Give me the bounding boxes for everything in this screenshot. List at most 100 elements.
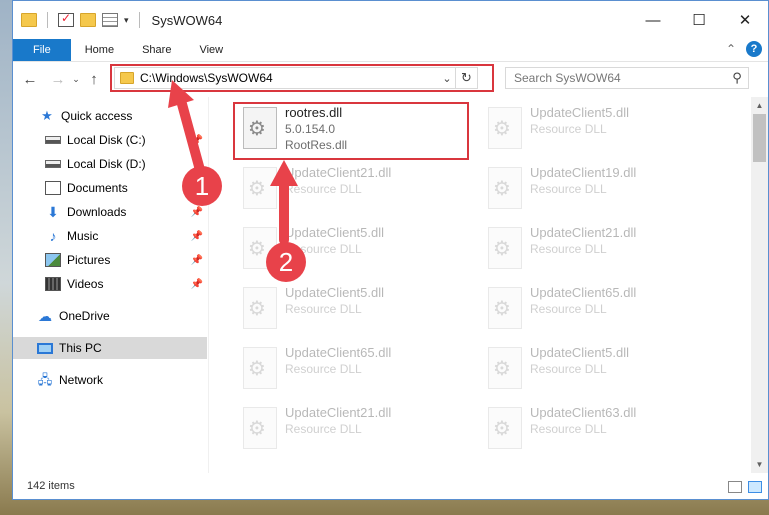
- search-icon[interactable]: ⚲: [726, 70, 748, 86]
- file-item[interactable]: UpdateClient5.dll Resource DLL: [235, 221, 475, 279]
- maximize-button[interactable]: ☐: [676, 1, 722, 39]
- file-item[interactable]: UpdateClient19.dll Resource DLL: [480, 161, 720, 219]
- tab-view[interactable]: View: [185, 39, 237, 61]
- dll-file-icon: [243, 347, 277, 389]
- file-item[interactable]: UpdateClient5.dll Resource DLL: [480, 101, 720, 159]
- new-folder-icon[interactable]: [80, 13, 96, 27]
- file-item[interactable]: UpdateClient5.dll Resource DLL: [480, 341, 720, 399]
- dll-file-icon: [488, 227, 522, 269]
- refresh-icon[interactable]: ↻: [455, 67, 477, 89]
- dll-file-icon: [488, 167, 522, 209]
- sidebar-item-label: Pictures: [67, 253, 111, 267]
- view-switcher: [728, 481, 762, 493]
- toolbar-separator: [47, 12, 48, 28]
- sidebar-item-local-disk-c[interactable]: Local Disk (C:) 📌: [13, 129, 207, 151]
- file-name: UpdateClient21.dll: [285, 405, 392, 420]
- expand-ribbon-icon[interactable]: ⌃: [726, 42, 736, 56]
- sidebar-item-pictures[interactable]: Pictures 📌: [13, 249, 207, 271]
- tab-home[interactable]: Home: [71, 39, 128, 61]
- sidebar-item-label: OneDrive: [59, 309, 110, 323]
- pin-icon[interactable]: 📌: [191, 279, 203, 290]
- dll-file-icon: [243, 287, 277, 329]
- file-item[interactable]: UpdateClient21.dll Resource DLL: [480, 221, 720, 279]
- back-button[interactable]: ←: [19, 71, 41, 88]
- scroll-up-icon[interactable]: ▲: [751, 97, 768, 114]
- window-title: SysWOW64: [151, 12, 223, 28]
- file-name: UpdateClient65.dll: [530, 285, 637, 300]
- tab-share[interactable]: Share: [128, 39, 185, 61]
- status-bar: 142 items: [13, 473, 768, 499]
- file-item[interactable]: UpdateClient5.dll Resource DLL: [235, 281, 475, 339]
- sidebar-item-quick-access[interactable]: ★ Quick access: [13, 105, 207, 127]
- ribbon-right-controls: ⌃ ?: [726, 41, 762, 57]
- computer-icon: [37, 342, 53, 354]
- file-type: Resource DLL: [285, 302, 362, 316]
- customize-toolbar-icon[interactable]: ▾: [124, 15, 129, 26]
- file-item[interactable]: UpdateClient65.dll Resource DLL: [480, 281, 720, 339]
- cloud-icon: ☁: [38, 308, 52, 324]
- address-bar[interactable]: C:\Windows\SysWOW64 ⌄ ↻: [114, 67, 478, 89]
- recent-locations-icon[interactable]: ⌄: [69, 74, 83, 85]
- close-button[interactable]: ✕: [722, 1, 768, 39]
- forward-button[interactable]: →: [47, 71, 69, 88]
- file-type: Resource DLL: [285, 182, 362, 196]
- pin-icon[interactable]: 📌: [191, 183, 203, 194]
- sidebar-item-label: Quick access: [61, 109, 133, 123]
- documents-icon: [45, 181, 61, 195]
- dll-file-icon: [488, 347, 522, 389]
- view-options-icon[interactable]: [102, 13, 118, 27]
- sidebar-item-label: Videos: [67, 277, 104, 291]
- pin-icon[interactable]: 📌: [191, 255, 203, 266]
- tiles-view-icon[interactable]: [748, 481, 762, 493]
- tab-file[interactable]: File: [13, 39, 71, 61]
- sidebar-item-local-disk-d[interactable]: Local Disk (D:): [13, 153, 207, 175]
- sidebar-item-documents[interactable]: Documents 📌: [13, 177, 207, 199]
- sidebar-item-network[interactable]: 🖧 Network: [13, 369, 207, 391]
- sidebar-item-label: Local Disk (D:): [67, 157, 146, 171]
- pin-icon[interactable]: 📌: [191, 207, 203, 218]
- network-icon: 🖧: [37, 372, 53, 387]
- address-path[interactable]: C:\Windows\SysWOW64: [140, 71, 439, 85]
- sidebar-item-music[interactable]: ♪ Music 📌: [13, 225, 207, 247]
- file-item[interactable]: UpdateClient63.dll Resource DLL: [480, 401, 720, 459]
- sidebar-item-label: Documents: [67, 181, 128, 195]
- file-name: UpdateClient65.dll: [285, 345, 392, 360]
- quick-access-toolbar: ▾ SysWOW64: [13, 11, 223, 28]
- title-bar: ▾ SysWOW64 — ☐ ✕: [13, 1, 768, 39]
- download-icon: ⬇: [47, 204, 59, 220]
- minimize-button[interactable]: —: [630, 1, 676, 39]
- sidebar-item-onedrive[interactable]: ☁ OneDrive: [13, 305, 207, 327]
- file-type: Resource DLL: [530, 302, 607, 316]
- pin-icon[interactable]: 📌: [191, 135, 203, 146]
- file-item[interactable]: UpdateClient21.dll Resource DLL: [235, 161, 475, 219]
- sidebar-item-label: Downloads: [67, 205, 127, 219]
- file-item[interactable]: UpdateClient65.dll Resource DLL: [235, 341, 475, 399]
- sidebar-item-this-pc[interactable]: This PC: [13, 337, 207, 359]
- pictures-icon: [45, 253, 61, 267]
- file-list: rootres.dll 5.0.154.0 RootRes.dll Update…: [225, 97, 740, 473]
- file-item-rootres[interactable]: rootres.dll 5.0.154.0 RootRes.dll: [235, 101, 475, 159]
- file-type: Resource DLL: [530, 362, 607, 376]
- help-icon[interactable]: ?: [746, 41, 762, 57]
- search-input[interactable]: Search SysWOW64 ⚲: [505, 67, 749, 89]
- file-item[interactable]: UpdateClient21.dll Resource DLL: [235, 401, 475, 459]
- scroll-down-icon[interactable]: ▼: [751, 456, 768, 473]
- sidebar-item-videos[interactable]: Videos 📌: [13, 273, 207, 295]
- pin-icon[interactable]: 📌: [191, 231, 203, 242]
- details-view-icon[interactable]: [728, 481, 742, 493]
- file-name: UpdateClient21.dll: [530, 225, 637, 240]
- vertical-scrollbar[interactable]: ▲ ▼: [751, 97, 768, 473]
- window-controls: — ☐ ✕: [630, 1, 768, 39]
- videos-icon: [45, 277, 61, 291]
- address-dropdown-icon[interactable]: ⌄: [439, 72, 455, 85]
- dll-file-icon: [243, 227, 277, 269]
- file-type: Resource DLL: [285, 242, 362, 256]
- properties-icon[interactable]: [58, 11, 74, 27]
- folder-icon: [120, 72, 134, 84]
- star-icon: ★: [41, 108, 53, 123]
- dll-file-icon: [488, 287, 522, 329]
- sidebar-item-downloads[interactable]: ⬇ Downloads 📌: [13, 201, 207, 223]
- up-button[interactable]: ↑: [83, 71, 105, 88]
- file-description: RootRes.dll: [285, 138, 348, 152]
- scrollbar-thumb[interactable]: [753, 114, 766, 162]
